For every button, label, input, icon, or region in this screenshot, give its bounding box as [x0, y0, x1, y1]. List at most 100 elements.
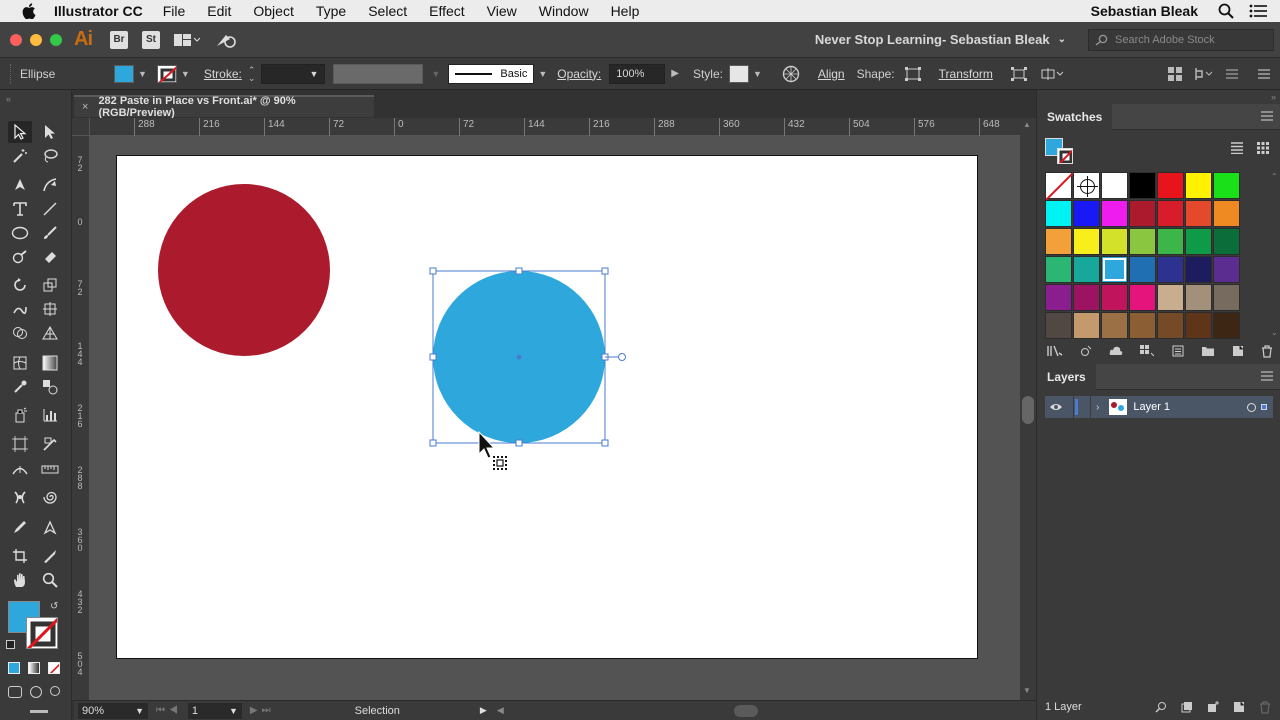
new-layer-icon[interactable]	[1233, 701, 1245, 713]
next-last-artboard-icons[interactable]: ▶⏭	[250, 705, 275, 716]
swatch-cell[interactable]	[1129, 256, 1156, 283]
swatch-cell[interactable]	[1129, 312, 1156, 339]
blend-tool[interactable]	[38, 376, 62, 398]
shape-builder-tool[interactable]	[8, 322, 32, 344]
swatch-cell[interactable]	[1213, 200, 1240, 227]
new-swatch-icon[interactable]	[1232, 345, 1244, 357]
anchor-point-tool[interactable]	[38, 516, 62, 538]
close-window-button[interactable]	[10, 33, 22, 46]
handle-top-middle[interactable]	[515, 267, 523, 275]
slice-tool[interactable]	[38, 433, 62, 455]
swatch-cell[interactable]	[1185, 312, 1212, 339]
menu-select[interactable]: Select	[368, 3, 407, 19]
swatch-cell[interactable]	[1157, 284, 1184, 311]
color-mode-button[interactable]	[8, 662, 20, 674]
make-clipping-mask-icon[interactable]	[1181, 701, 1193, 713]
recolor-artwork-button[interactable]	[782, 65, 800, 83]
width-tool[interactable]	[8, 458, 32, 480]
collapse-dock-icon[interactable]: »	[1271, 92, 1276, 102]
pie-widget-handle[interactable]	[618, 353, 626, 361]
swatch-cell[interactable]	[1157, 256, 1184, 283]
swatch-cell[interactable]	[1213, 312, 1240, 339]
vertical-scroll-thumb[interactable]	[1022, 396, 1034, 424]
style-dropdown-icon[interactable]: ▼	[753, 69, 762, 79]
workspace-switcher[interactable]: Never Stop Learning- Sebastian Bleak ⌄	[815, 32, 1066, 47]
swatch-cell[interactable]	[1101, 172, 1128, 199]
swatch-scrollbar[interactable]: ⌃ ⌄	[1271, 172, 1278, 340]
opacity-arrow-icon[interactable]: ▶	[671, 68, 679, 79]
ruler-measure-tool[interactable]	[38, 458, 62, 480]
stroke-dropdown-icon[interactable]: ▼	[181, 69, 190, 79]
transform-button[interactable]: Transform	[939, 67, 993, 81]
symbol-sprayer-tool[interactable]	[8, 404, 32, 426]
menu-effect[interactable]: Effect	[429, 3, 465, 19]
ellipse-tool[interactable]	[8, 222, 32, 244]
swatch-cell[interactable]	[1045, 256, 1072, 283]
handle-bottom-middle[interactable]	[515, 439, 523, 447]
zoom-window-button[interactable]	[50, 33, 62, 46]
swatches-tab[interactable]: Swatches	[1037, 104, 1113, 130]
add-to-library-icon[interactable]	[1109, 345, 1123, 357]
distribute-icon[interactable]	[1226, 67, 1238, 81]
opacity-label[interactable]: Opacity:	[557, 67, 601, 81]
menu-file[interactable]: File	[163, 3, 186, 19]
artboard-number-field[interactable]: 1 ▼	[187, 702, 242, 719]
swatch-cell[interactable]	[1185, 256, 1212, 283]
notification-list-icon[interactable]	[1248, 2, 1268, 20]
list-view-icon[interactable]	[1231, 142, 1243, 154]
grid-view-icon[interactable]	[1257, 142, 1269, 154]
status-menu-arrow-icon[interactable]: ▶	[480, 705, 487, 716]
delete-layer-icon[interactable]	[1259, 700, 1271, 714]
swatch-cell[interactable]	[1101, 284, 1128, 311]
scroll-down-icon[interactable]: ▼	[1023, 686, 1031, 695]
first-previous-artboard-icons[interactable]: ⏮◀	[156, 705, 182, 716]
swatch-cell[interactable]	[1129, 172, 1156, 199]
direct-selection-tool[interactable]	[38, 121, 62, 143]
panel-stroke-swatch[interactable]	[1057, 148, 1073, 164]
pencil-tool[interactable]	[8, 516, 32, 538]
scroll-up-icon[interactable]: ⌃	[1271, 172, 1278, 181]
swap-fill-stroke-icon[interactable]: ↺	[50, 601, 58, 612]
handle-middle-left[interactable]	[429, 353, 437, 361]
swatch-cell[interactable]	[1185, 200, 1212, 227]
swatch-cell[interactable]	[1129, 284, 1156, 311]
new-sublayer-icon[interactable]	[1207, 700, 1219, 713]
swatch-cell[interactable]	[1073, 200, 1100, 227]
hand-tool[interactable]	[8, 569, 32, 591]
scroll-up-icon[interactable]: ▲	[1023, 120, 1031, 129]
apple-icon[interactable]	[18, 0, 40, 22]
swatch-cell[interactable]	[1213, 228, 1240, 255]
swatch-cell[interactable]	[1045, 284, 1072, 311]
scroll-down-icon[interactable]: ⌄	[1271, 328, 1278, 337]
gpu-performance-button[interactable]	[214, 31, 238, 49]
zoom-tool[interactable]	[38, 569, 62, 591]
app-menu[interactable]: Illustrator CC	[54, 3, 143, 19]
eye-visibility-icon[interactable]	[1049, 402, 1063, 412]
stock-button[interactable]: St	[142, 30, 160, 49]
layer-name[interactable]: Layer 1	[1133, 401, 1170, 413]
zoom-level-field[interactable]: 90% ▼	[78, 702, 148, 719]
layer-row[interactable]: › Layer 1	[1045, 396, 1273, 418]
status-tool-name[interactable]: Selection	[355, 705, 400, 717]
swatch-cell[interactable]	[1129, 200, 1156, 227]
menu-help[interactable]: Help	[611, 3, 640, 19]
swatch-none[interactable]	[1045, 172, 1074, 201]
swatch-cell[interactable]	[1073, 228, 1100, 255]
close-document-icon[interactable]: ×	[82, 101, 88, 113]
collapse-toolbar-icon[interactable]: «	[6, 94, 11, 104]
handle-bottom-left[interactable]	[429, 439, 437, 447]
locate-object-icon[interactable]	[1155, 701, 1167, 713]
spotlight-search-icon[interactable]	[1216, 2, 1236, 20]
swatch-cell[interactable]	[1157, 228, 1184, 255]
handle-bottom-right[interactable]	[601, 439, 609, 447]
menu-view[interactable]: View	[487, 3, 517, 19]
free-transform-tool[interactable]	[38, 298, 62, 320]
handle-top-right[interactable]	[601, 267, 609, 275]
swatch-cell[interactable]	[1045, 228, 1072, 255]
swatch-cell[interactable]	[1213, 172, 1240, 199]
artboard-tool[interactable]	[8, 433, 32, 455]
vertical-scrollbar[interactable]: ▲ ▼	[1020, 118, 1036, 700]
vertical-ruler[interactable]: 72 0 72 144 216 288 360 432 504	[72, 136, 90, 700]
eraser-tool[interactable]	[38, 246, 62, 268]
stroke-label[interactable]: Stroke:	[204, 67, 242, 81]
